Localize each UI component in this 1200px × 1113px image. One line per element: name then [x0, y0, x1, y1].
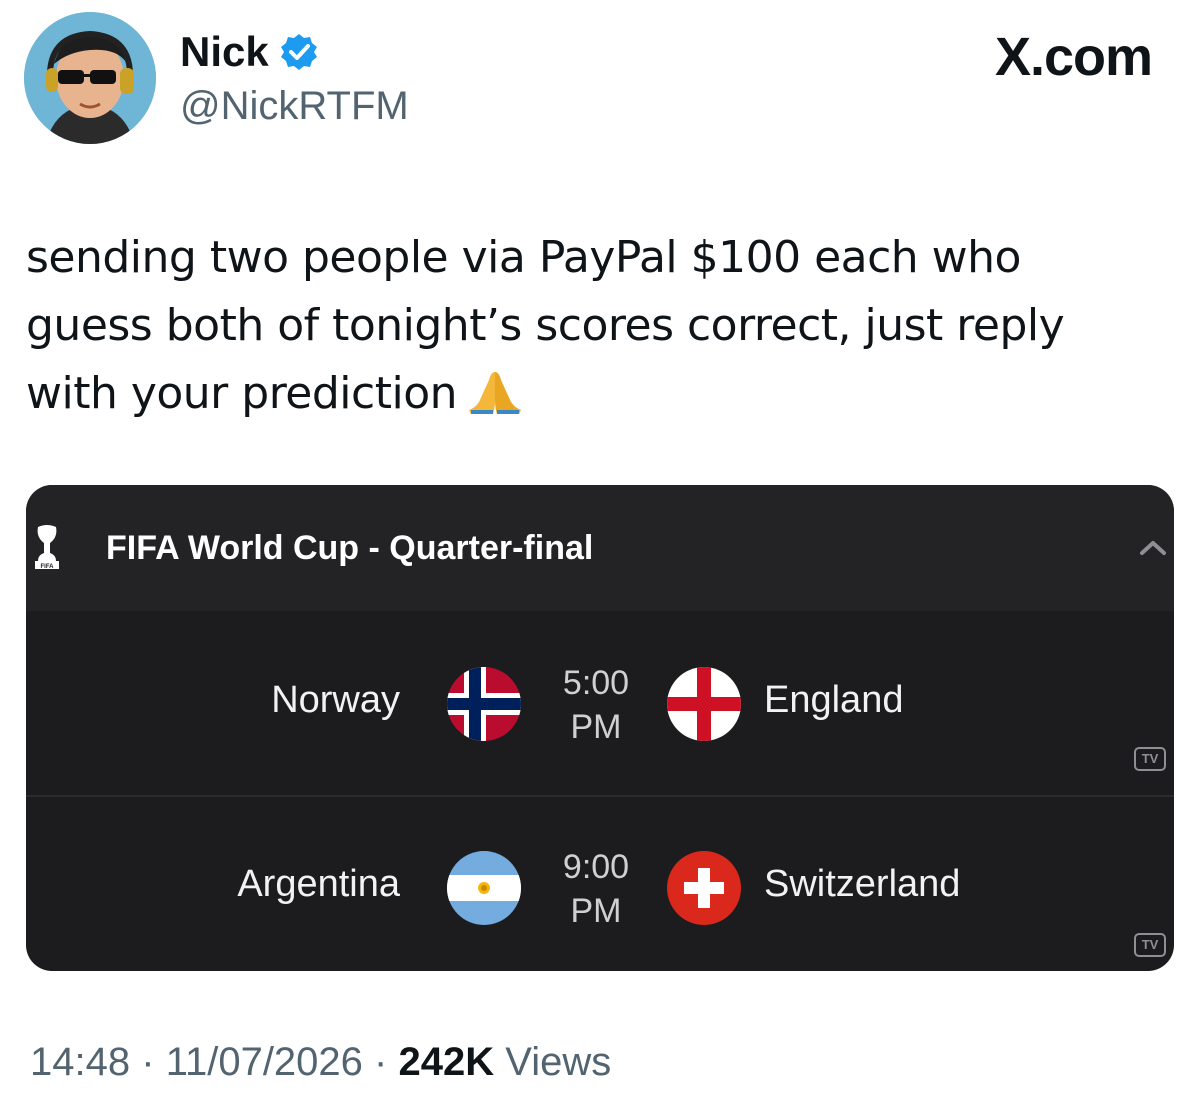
norway-flag-icon — [447, 667, 521, 741]
tweet-text: sending two people via PayPal $100 each … — [26, 224, 1156, 436]
author-name-row: Nick — [180, 28, 319, 76]
match-time: 9:00 PM — [546, 845, 646, 933]
tv-badge: TV — [1134, 747, 1166, 771]
tweet-meta: 14:48 · 11/07/2026 · 242K Views — [30, 1040, 611, 1085]
verified-badge-icon — [280, 34, 317, 70]
away-team-name: England — [764, 679, 904, 721]
brand-watermark: X.com — [994, 27, 1153, 87]
match-time-period: PM — [570, 708, 622, 746]
match-time-period: PM — [570, 892, 622, 930]
tweet-time[interactable]: 14:48 — [30, 1040, 130, 1084]
tweet-body: sending two people via PayPal $100 each … — [26, 232, 1065, 419]
home-team-name: Argentina — [237, 863, 400, 905]
svg-text:FIFA: FIFA — [41, 564, 55, 570]
match-row[interactable]: Norway 5:00 PM England TV — [26, 611, 1174, 797]
home-team-name: Norway — [271, 679, 400, 721]
match-row[interactable]: Argentina 9:00 PM Switzerland TV — [26, 797, 1174, 971]
card-header[interactable]: FIFA FIFA World Cup - Quarter-final — [26, 485, 1174, 611]
match-time-clock: 9:00 — [562, 848, 630, 886]
argentina-flag-icon — [447, 851, 521, 925]
meta-separator: · — [141, 1040, 155, 1084]
folded-hands-icon — [465, 368, 525, 436]
author-name[interactable]: Nick — [180, 28, 269, 76]
match-card[interactable]: FIFA FIFA World Cup - Quarter-final Norw… — [26, 485, 1174, 971]
chevron-up-icon[interactable] — [1138, 537, 1168, 557]
views-count[interactable]: 242K — [399, 1040, 495, 1084]
avatar[interactable] — [24, 12, 156, 144]
avatar-illustration — [24, 12, 156, 144]
switzerland-flag-icon — [667, 851, 741, 925]
author-handle[interactable]: @NickRTFM — [180, 84, 409, 129]
fifa-trophy-icon: FIFA — [35, 525, 59, 570]
views-label: Views — [505, 1040, 612, 1084]
tv-badge: TV — [1134, 933, 1166, 957]
away-team-name: Switzerland — [764, 863, 961, 905]
meta-separator: · — [374, 1040, 388, 1084]
england-flag-icon — [667, 667, 741, 741]
match-time: 5:00 PM — [546, 661, 646, 749]
tweet-date[interactable]: 11/07/2026 — [166, 1040, 363, 1084]
card-title: FIFA World Cup - Quarter-final — [106, 529, 594, 567]
match-time-clock: 5:00 — [562, 664, 630, 702]
